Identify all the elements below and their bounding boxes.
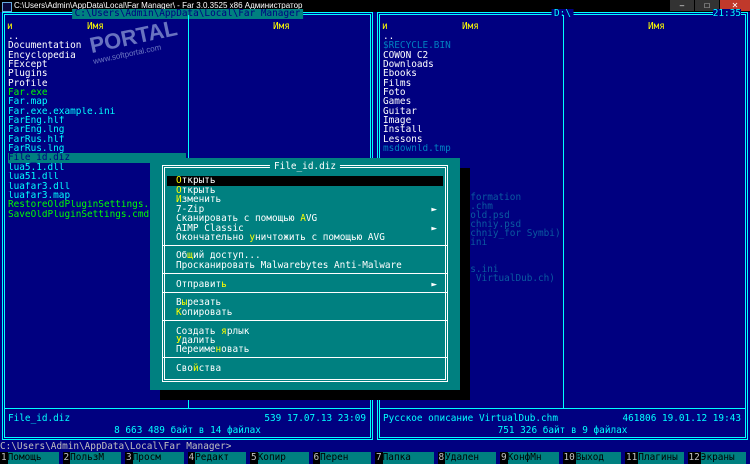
right-status-info: 461806 19.01.12 19:43 (622, 413, 741, 424)
far-app-icon (2, 2, 12, 12)
minimize-button[interactable]: – (670, 0, 694, 11)
left-file-row[interactable]: FarEng.lng (8, 125, 186, 134)
right-file-row[interactable]: Films (383, 79, 561, 88)
left-file-row[interactable]: Far.map (8, 97, 186, 106)
menu-separator (162, 320, 448, 321)
left-col2-header[interactable]: Имя (273, 22, 290, 32)
hidden-file-fragment: ие VirtualDub.ch) (459, 273, 555, 284)
panel-divider (380, 408, 745, 409)
left-file-row[interactable]: FarRus.hlf (8, 135, 186, 144)
menu-item[interactable]: Изменить (167, 195, 443, 205)
right-file-row[interactable]: Ebooks (383, 69, 561, 78)
f7-key[interactable]: 7 Папка (375, 452, 438, 464)
right-file-row[interactable]: Games (383, 97, 561, 106)
right-file-row[interactable]: .. (383, 32, 561, 41)
left-panel-summary: 8 663 489 байт в 14 файлах (111, 426, 264, 435)
right-file-row[interactable]: Downloads (383, 60, 561, 69)
menu-separator (162, 245, 448, 246)
panel-divider (5, 408, 370, 409)
left-status-info: 539 17.07.13 23:09 (264, 413, 366, 424)
right-file-row[interactable]: Image (383, 116, 561, 125)
right-file-row[interactable]: Lessons (383, 135, 561, 144)
left-status-filename: File_id.diz (8, 413, 71, 424)
f9-key[interactable]: 9 КонфМн (500, 452, 563, 464)
right-status-filename: Русское описание VirtualDub.chm (383, 413, 558, 424)
right-file-row[interactable]: COWON C2 (383, 51, 561, 60)
far-console: C:\Users\Admin\AppData\Local\Far Manager… (0, 8, 750, 464)
context-menu-title: File_id.diz (269, 161, 341, 172)
function-key-bar: 1 Помощь 2 ПользМ 3 Просм 4 Редакт 5 Копир 6 Перен 7… (0, 452, 750, 464)
left-file-row[interactable]: Far.exe (8, 88, 186, 97)
f12-key[interactable]: 12 Экраны (687, 452, 750, 464)
menu-separator (162, 292, 448, 293)
left-file-row[interactable]: Profile (8, 79, 186, 88)
context-menu[interactable]: File_id.diz Открыть Открыть Изменить 7-Zip ►… (150, 158, 460, 390)
f3-key[interactable]: 3 Просм (125, 452, 188, 464)
f1-key[interactable]: 1 Помощь (0, 452, 63, 464)
left-sort-indicator: и (7, 21, 13, 32)
f8-key[interactable]: 8 Удален (437, 452, 501, 464)
menu-item[interactable]: Отправить ► (167, 280, 443, 290)
column-separator (563, 15, 564, 408)
menu-item[interactable]: Переименовать (167, 345, 443, 355)
context-menu-frame: File_id.diz Открыть Открыть Изменить 7-Zip ►… (162, 161, 448, 382)
menu-item[interactable]: Окончательно уничтожить с помощью AVG (167, 233, 443, 243)
menu-item[interactable]: Копировать (167, 308, 443, 318)
left-file-row[interactable]: Far.exe.example.ini (8, 107, 186, 116)
f5-key[interactable]: 5 Копир (250, 452, 313, 464)
left-file-row[interactable]: FarEng.hlf (8, 116, 186, 125)
f6-key[interactable]: 6 Перен (312, 452, 376, 464)
right-file-row[interactable]: $RECYCLE.BIN (383, 41, 561, 50)
right-file-list: .. $RECYCLE.BIN COWON C2 Downloads Ebooks Fil… (383, 32, 561, 153)
f2-key[interactable]: 2 ПользМ (62, 452, 126, 464)
left-file-row[interactable]: FarRus.lng (8, 144, 186, 153)
right-file-row[interactable]: Guitar (383, 107, 561, 116)
right-col1-header[interactable]: Имя (462, 22, 479, 32)
right-file-row[interactable]: msdownld.tmp (383, 144, 561, 153)
right-col2-header[interactable]: Имя (648, 22, 665, 32)
f10-key[interactable]: 10 Выход (562, 452, 626, 464)
menu-item[interactable]: Свойства (167, 364, 443, 374)
menu-item[interactable]: Просканировать Malwarebytes Anti-Malware (167, 261, 443, 271)
menu-separator (162, 273, 448, 274)
clock: 21:35 (712, 8, 741, 19)
f11-key[interactable]: 11 Плагины (625, 452, 688, 464)
submenu-arrow-icon: ► (431, 279, 437, 290)
right-panel-summary: 751 326 байт в 9 файлах (494, 426, 631, 435)
right-file-row[interactable]: Foto (383, 88, 561, 97)
command-line[interactable]: C:\Users\Admin\AppData\Local\Far Manager… (0, 442, 750, 452)
menu-separator (162, 357, 448, 358)
left-file-row[interactable]: Plugins (8, 69, 186, 78)
f4-key[interactable]: 4 Редакт (187, 452, 251, 464)
right-sort-indicator: и (382, 21, 388, 32)
right-file-row[interactable]: Install (383, 125, 561, 134)
